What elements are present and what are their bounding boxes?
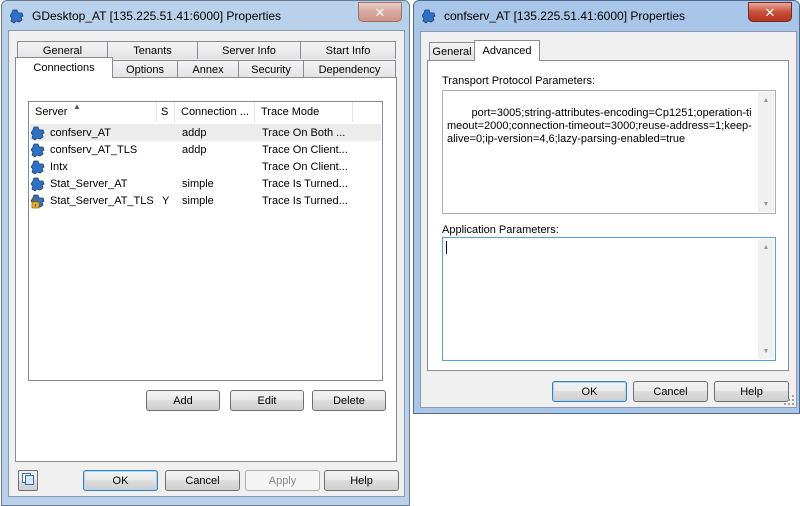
sort-ascending-icon: ▲	[73, 102, 81, 111]
tab-security[interactable]: Security	[238, 60, 304, 78]
close-icon: ✕	[374, 4, 386, 20]
transport-parameters-field[interactable]: port=3005;string-attributes-encoding=Cp1…	[442, 90, 776, 214]
scroll-up-icon[interactable]: ▲	[758, 239, 774, 255]
scroll-down-icon[interactable]: ▼	[758, 196, 774, 212]
server-icon	[31, 125, 47, 141]
tab-start-info[interactable]: Start Info	[300, 41, 396, 59]
copy-button[interactable]	[18, 470, 38, 491]
table-row[interactable]: Stat_Server_AT simple Trace Is Turned...	[30, 175, 381, 192]
connections-list[interactable]: Server ▲ S Connection ... Trace Mode con…	[28, 101, 383, 381]
text-cursor	[446, 241, 447, 254]
app-icon	[422, 8, 438, 24]
dialog-body: General Advanced Transport Protocol Para…	[420, 31, 797, 408]
ok-button[interactable]: OK	[83, 470, 158, 491]
tab-server-info[interactable]: Server Info	[197, 41, 301, 59]
properties-window-gdesktop: GDesktop_AT [135.225.51.41:6000] Propert…	[1, 0, 410, 506]
copy-icon	[21, 472, 35, 489]
application-parameters-field[interactable]: ▲ ▼	[442, 237, 776, 361]
application-parameters-label: Application Parameters:	[442, 224, 559, 236]
title-bar[interactable]: confserv_AT [135.225.51.41:6000] Propert…	[414, 1, 799, 31]
cancel-button[interactable]: Cancel	[633, 381, 708, 402]
resize-grip-icon[interactable]	[783, 394, 795, 406]
table-row[interactable]: Stat_Server_AT_TLS Y simple Trace Is Tur…	[30, 192, 381, 209]
vertical-scrollbar[interactable]: ▲ ▼	[758, 92, 774, 212]
tab-general[interactable]: General	[429, 42, 475, 60]
close-icon: ✕	[764, 4, 776, 20]
scroll-up-icon[interactable]: ▲	[758, 92, 774, 108]
tab-tenants[interactable]: Tenants	[107, 41, 198, 59]
table-row[interactable]: Intx Trace On Client...	[30, 158, 381, 175]
dialog-body: General Tenants Server Info Start Info C…	[8, 30, 405, 497]
apply-button[interactable]: Apply	[245, 470, 320, 491]
vertical-scrollbar[interactable]: ▲ ▼	[758, 239, 774, 359]
app-icon	[10, 8, 26, 24]
advanced-panel: Transport Protocol Parameters: port=3005…	[427, 60, 789, 371]
column-connection[interactable]: Connection ...	[175, 102, 255, 122]
window-title: GDesktop_AT [135.225.51.41:6000] Propert…	[32, 9, 282, 23]
delete-button[interactable]: Delete	[312, 390, 386, 411]
window-title: confserv_AT [135.225.51.41:6000] Propert…	[444, 9, 686, 23]
tab-connections[interactable]: Connections	[15, 57, 113, 78]
server-icon	[31, 176, 47, 192]
column-server[interactable]: Server ▲	[29, 102, 157, 122]
server-icon	[31, 142, 47, 158]
tab-annex[interactable]: Annex	[177, 60, 239, 78]
title-bar[interactable]: GDesktop_AT [135.225.51.41:6000] Propert…	[2, 1, 409, 31]
transport-parameters-value: port=3005;string-attributes-encoding=Cp1…	[447, 107, 752, 145]
close-button[interactable]: ✕	[748, 2, 792, 22]
connections-panel: Server ▲ S Connection ... Trace Mode con…	[15, 77, 397, 462]
edit-button[interactable]: Edit	[230, 390, 304, 411]
add-button[interactable]: Add	[146, 390, 220, 411]
tab-options[interactable]: Options	[112, 60, 178, 78]
help-button[interactable]: Help	[714, 381, 789, 402]
table-row[interactable]: confserv_AT addp Trace On Both ...	[30, 124, 381, 141]
cancel-button[interactable]: Cancel	[165, 470, 240, 491]
column-trace-mode[interactable]: Trace Mode	[255, 102, 353, 122]
tab-advanced[interactable]: Advanced	[474, 40, 540, 61]
server-locked-icon	[31, 193, 47, 209]
table-row[interactable]: confserv_AT_TLS addp Trace On Client...	[30, 141, 381, 158]
properties-window-confserv: confserv_AT [135.225.51.41:6000] Propert…	[413, 0, 800, 414]
scroll-down-icon[interactable]: ▼	[758, 343, 774, 359]
ok-button[interactable]: OK	[552, 381, 627, 402]
transport-parameters-label: Transport Protocol Parameters:	[442, 75, 596, 87]
column-s[interactable]: S	[157, 102, 175, 122]
list-header: Server ▲ S Connection ... Trace Mode	[29, 102, 382, 122]
server-icon	[31, 159, 47, 175]
close-button[interactable]: ✕	[358, 2, 402, 22]
help-button[interactable]: Help	[324, 470, 399, 491]
tab-dependency[interactable]: Dependency	[303, 60, 396, 78]
